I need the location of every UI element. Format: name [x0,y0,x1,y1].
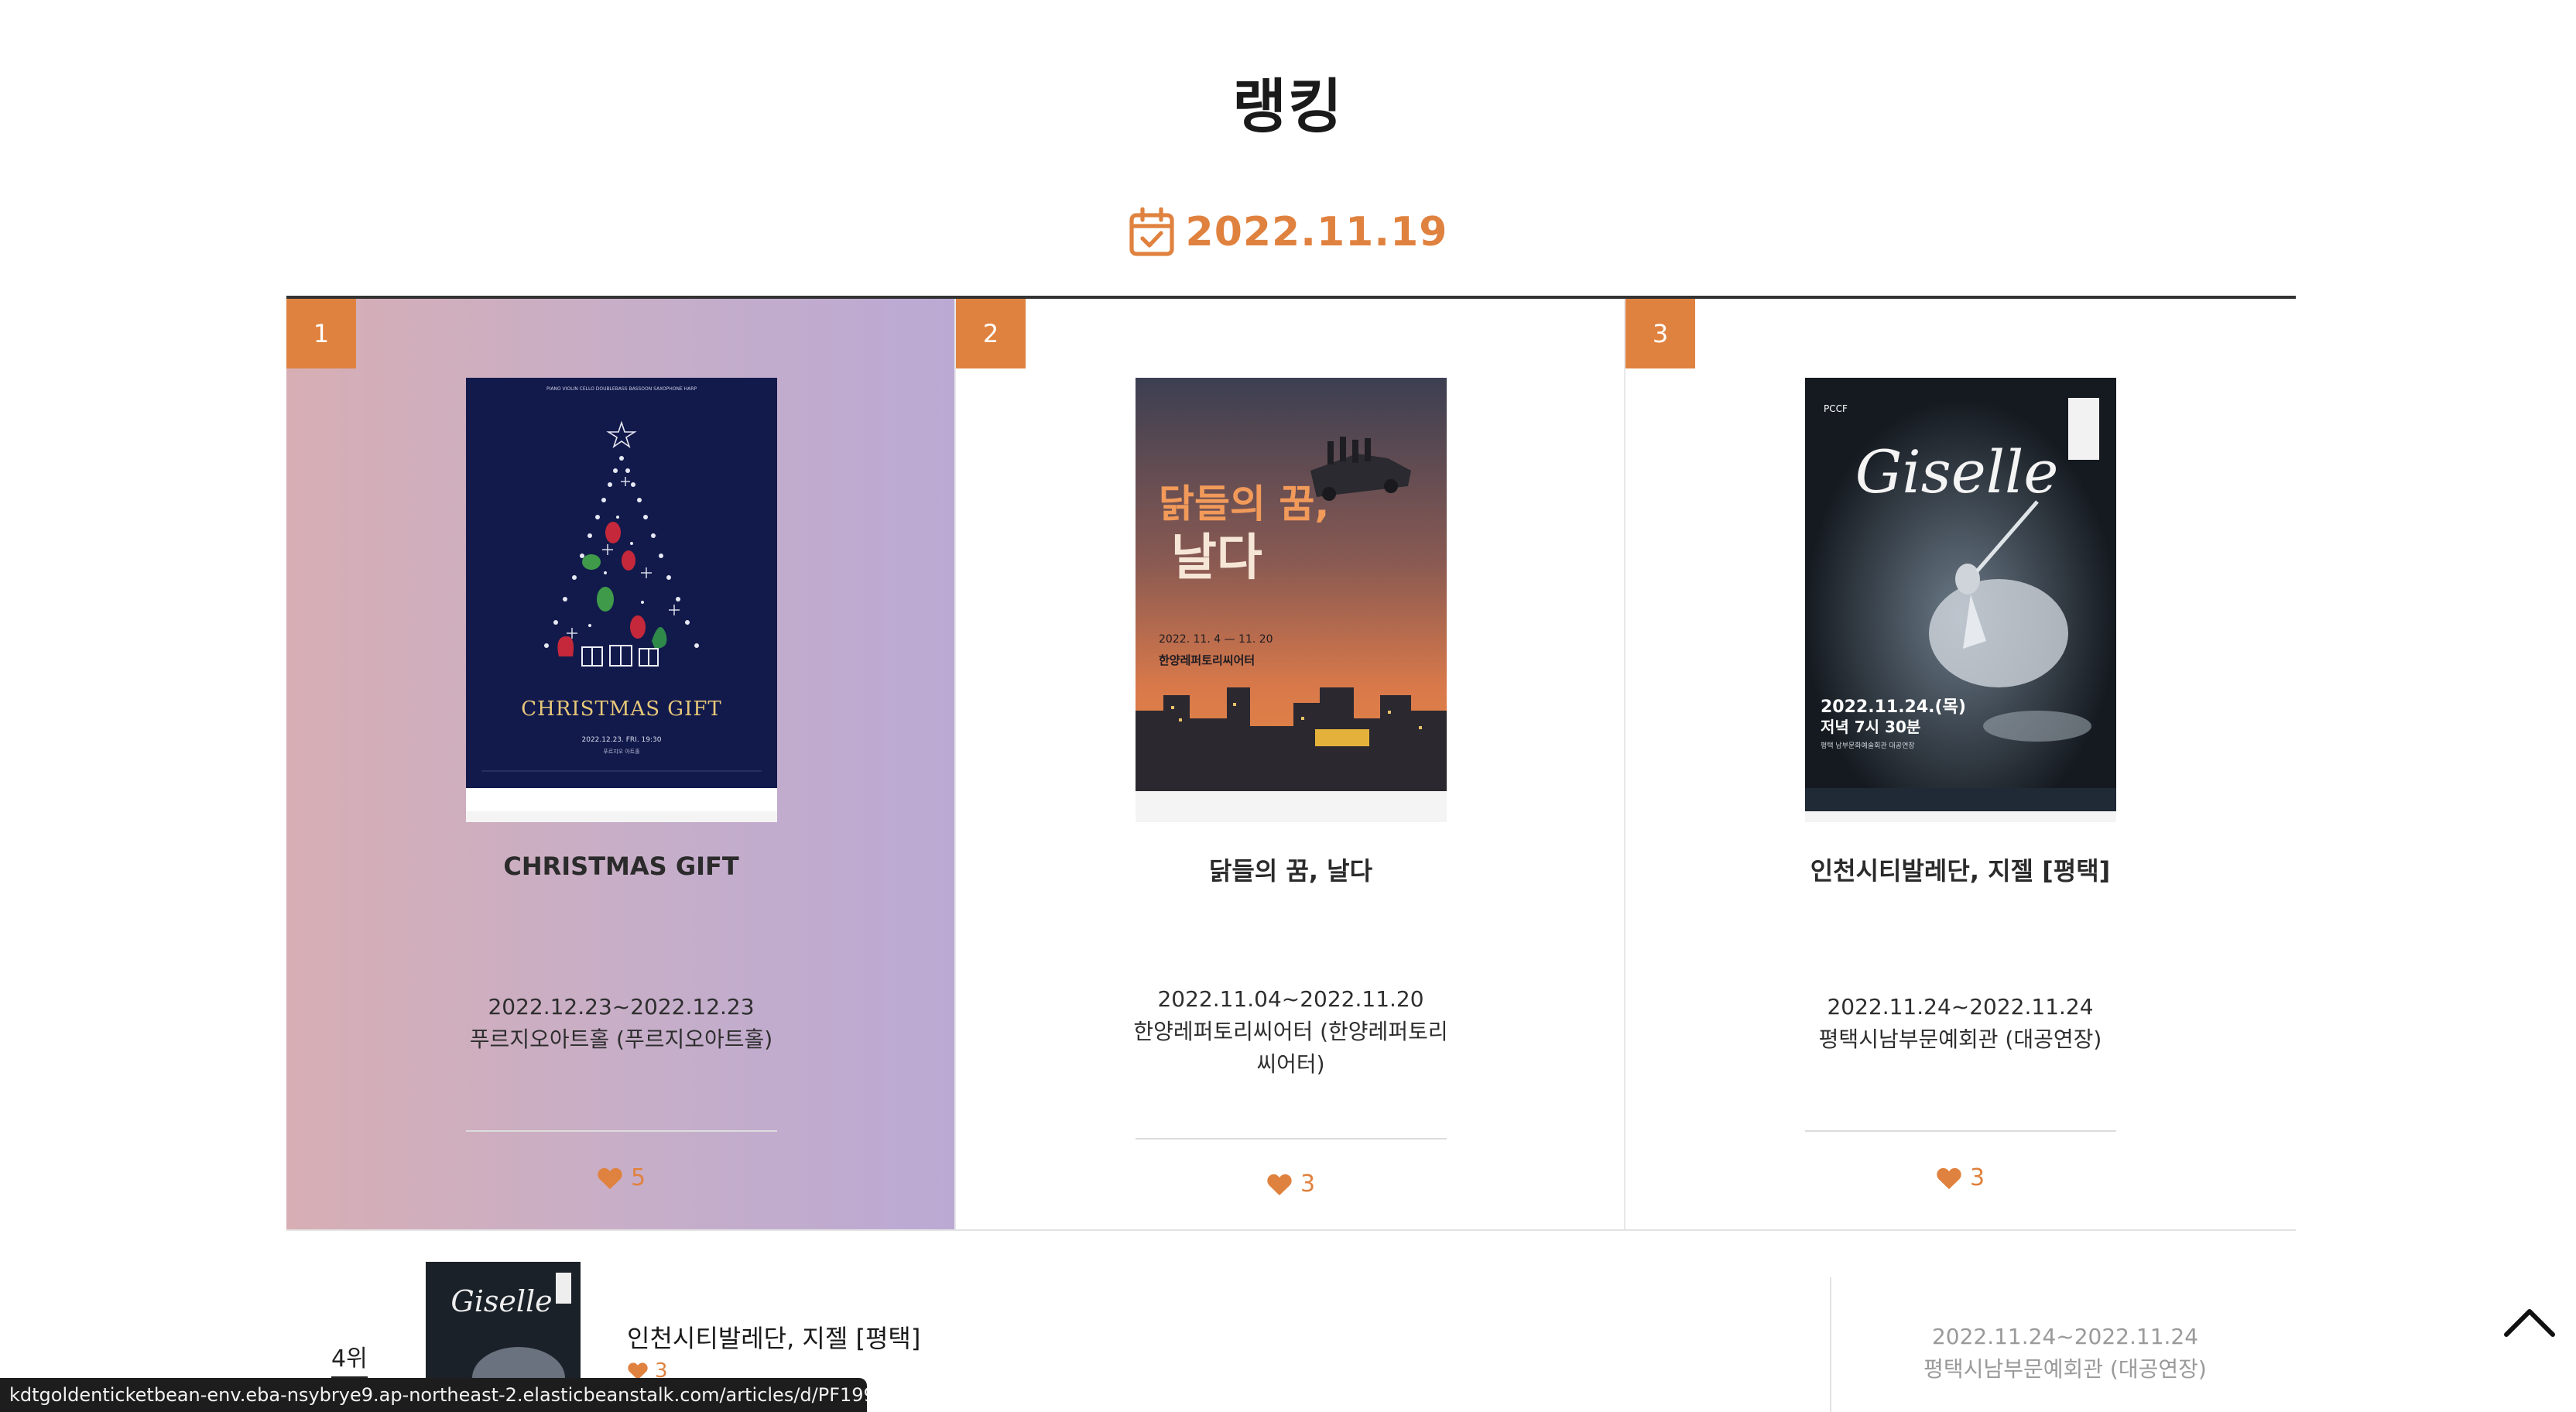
page-title: 랭킹 [1232,72,1344,141]
card-divider [1136,1138,1447,1140]
calendar-check-icon [1129,207,1174,256]
poster-headline-bottom: 날다 [1171,530,1262,587]
poster-venue-line: 한양레퍼토리씨어터 [1159,653,1255,667]
rank-badge: 2 [956,299,1026,368]
rank-card-3[interactable]: 3 PCCF Giselle 2022.11.24.(목) 저녁 7시 30분 … [1625,299,2295,1229]
poster-image[interactable]: PIANO VIOLIN CELLO DOUBLEBASS BASSOON SA… [466,378,777,811]
poster-venue-line: 푸르지오 아트홀 [603,748,640,755]
card-title[interactable]: CHRISTMAS GIFT [333,852,909,881]
poster-venue-line: 평택 남부문화예술회관 대공연장 [1821,742,1915,750]
like-count-value: 5 [630,1164,646,1191]
poster-time-line: 저녁 7시 30분 [1821,718,1920,736]
like-count-value: 3 [1300,1170,1316,1198]
poster-date-line: 2022.11.24.(목) [1821,697,1966,717]
performance-venue: 평택시남부문예회관 (대공연장) [1818,1026,2102,1052]
like-count[interactable]: 5 [286,1164,956,1191]
performance-period: 2022.11.24~2022.11.24 [1827,994,2094,1020]
list-title[interactable]: 인천시티발레단, 지젤 [평택] [627,1319,920,1355]
card-info: 2022.11.04~2022.11.20 한양레퍼토리씨어터 (한양레퍼토리씨… [1033,983,1548,1081]
heart-icon [598,1167,622,1189]
list-info: 2022.11.24~2022.11.24 평택시남부문예회관 (대공연장) [1834,1321,2296,1386]
heart-icon [1267,1174,1292,1195]
poster-headline: Giselle [1855,437,2059,506]
card-title[interactable]: 닭들의 꿈, 날다 [1002,852,1579,887]
performance-venue: 푸르지오아트홀 (푸르지오아트홀) [469,1026,773,1052]
top-ranking-cards: 1 PIANO VIOLIN CELLO DOUBLEBASS BASSOON … [286,296,2296,1231]
list-period: 2022.11.24~2022.11.24 [1931,1324,2199,1349]
card-divider [466,1130,777,1132]
poster-logo: PCCF [1824,403,1848,414]
thumbnail-headline: Giselle [450,1284,552,1318]
poster-image[interactable]: PCCF Giselle 2022.11.24.(목) 저녁 7시 30분 평택… [1805,378,2116,811]
card-divider [1805,1130,2116,1132]
rank-badge: 3 [1625,299,1695,368]
performance-venue: 한양레퍼토리씨어터 (한양레퍼토리씨어터) [1133,1019,1448,1077]
poster-headline: CHRISTMAS GIFT [521,697,721,721]
card-info: 2022.12.23~2022.12.23 푸르지오아트홀 (푸르지오아트홀) [364,991,879,1056]
christmas-tree-poster-art: PIANO VIOLIN CELLO DOUBLEBASS BASSOON SA… [466,378,777,811]
performance-period: 2022.11.04~2022.11.20 [1157,986,1424,1012]
chicken-dream-poster-art: 닭들의 꿈, 날다 2022. 11. 4 — 11. 20 한양레퍼토리씨어터 [1136,378,1447,791]
poster-image[interactable]: 닭들의 꿈, 날다 2022. 11. 4 — 11. 20 한양레퍼토리씨어터 [1136,378,1447,791]
list-venue: 평택시남부문예회관 (대공연장) [1923,1356,2207,1382]
performance-period: 2022.12.23~2022.12.23 [488,994,755,1020]
poster-headline-top: 닭들의 꿈, [1159,482,1329,526]
list-divider [1830,1277,1831,1412]
like-count[interactable]: 3 [956,1170,1625,1198]
like-count-value: 3 [1969,1164,1985,1191]
giselle-poster-art: PCCF Giselle 2022.11.24.(목) 저녁 7시 30분 평택… [1805,378,2116,811]
heart-icon [1937,1167,1961,1189]
poster-top-line: PIANO VIOLIN CELLO DOUBLEBASS BASSOON SA… [546,386,697,392]
like-count[interactable]: 3 [1625,1164,2295,1191]
rank-badge: 1 [286,299,356,368]
selected-date: 2022.11.19 [1185,209,1448,255]
rank-card-2[interactable]: 2 닭들의 꿈, 날다 2022. 11. 4 — 11. 20 한양레퍼토리씨… [956,299,1625,1229]
date-selector[interactable]: 2022.11.19 [0,207,2576,257]
list-rank: 4위 [331,1339,368,1379]
chevron-up-icon[interactable] [2502,1305,2557,1339]
status-bar-url: kdtgoldenticketbean-env.eba-nsybrye9.ap-… [0,1378,867,1412]
card-info: 2022.11.24~2022.11.24 평택시남부문예회관 (대공연장) [1703,991,2218,1056]
card-title[interactable]: 인천시티발레단, 지젤 [평택] [1672,852,2249,887]
poster-date-line: 2022.12.23. FRI. 19:30 [582,736,662,744]
poster-date-line: 2022. 11. 4 — 11. 20 [1159,633,1273,646]
rank-card-1[interactable]: 1 PIANO VIOLIN CELLO DOUBLEBASS BASSOON … [286,299,956,1229]
